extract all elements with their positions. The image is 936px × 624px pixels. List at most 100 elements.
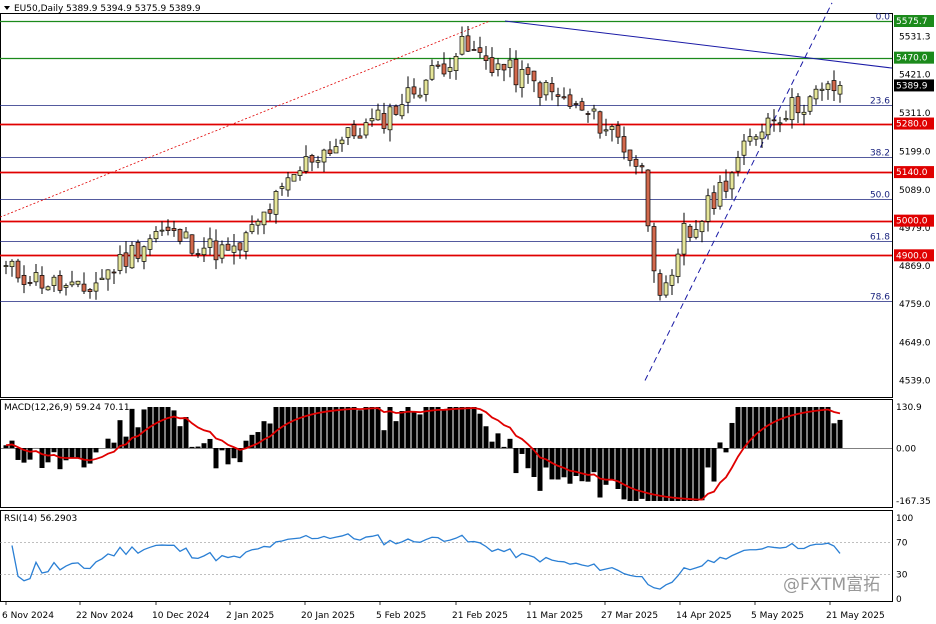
candle-body [561,96,567,99]
candle-body [219,244,225,259]
price-badge-label: 5280.0 [896,120,928,130]
candle-body [807,96,813,112]
candle-body [15,260,21,279]
macd-bar [651,448,657,501]
candle-body [525,67,531,75]
candle-body [411,86,417,95]
macd-bar [789,407,795,449]
macd-bar [447,407,453,449]
price-axis-tick: 5311.0 [899,109,931,119]
candle-body [585,113,591,115]
candle-body [99,277,105,280]
macd-bar [369,407,375,449]
macd-bar [753,407,759,449]
candle-body [75,280,81,285]
descending-trendline [504,20,893,69]
x-axis-label: 5 Feb 2025 [376,611,426,621]
candlestick-series [3,25,843,301]
price-axis-tick: 4649.0 [899,338,931,348]
macd-bar [69,448,75,458]
candle-body [33,272,39,283]
candle-body [741,140,747,156]
candle-body [717,182,723,207]
macd-bar [831,423,837,449]
macd-bar [579,448,585,482]
candle-body [345,127,351,138]
candle-body [603,129,609,132]
candle-body [729,172,735,190]
candle-body [579,101,585,111]
candle-body [789,97,795,121]
candle-body [69,281,75,286]
candle-body [165,226,171,231]
candle-body [495,63,501,70]
candle-body [537,82,543,98]
macd-bar [429,407,435,449]
macd-bar [465,407,471,449]
x-axis-label: 27 Mar 2025 [601,611,658,621]
macd-bar [345,407,351,449]
candle-body [405,87,411,103]
macd-bar [837,419,843,449]
rsi-label: RSI(14) 56.2903 [4,514,77,524]
candle-body [639,165,645,168]
candle-body [159,229,165,232]
macd-bar [597,448,603,498]
macd-bar [513,448,519,474]
macd-bar [777,407,783,449]
candle-body [423,79,429,95]
rsi-axis-tick: 100 [896,514,913,524]
macd-bar [609,448,615,480]
candle-body [387,106,393,131]
candle-body [609,126,615,131]
candle-body [621,136,627,153]
candle-body [447,67,453,72]
price-axis-tick: 4539.0 [899,377,931,387]
candle-body [441,63,447,75]
macd-bar [633,448,639,501]
macd-bar [507,438,513,449]
macd-bar [39,448,45,469]
x-axis-label: 5 May 2025 [751,611,804,621]
candle-body [543,82,549,96]
candle-body [39,275,45,289]
candle-body [783,118,789,121]
candle-body [573,103,579,105]
candle-body [735,157,741,172]
macd-bar [111,442,117,449]
candle-body [777,122,783,125]
macd-bar [417,414,423,449]
candle-body [261,211,267,226]
macd-bar [501,446,507,449]
candle-body [141,246,147,262]
macd-bar [339,407,345,449]
candle-body [3,265,9,267]
macd-bar [225,448,231,465]
macd-bar [129,408,135,449]
macd-bar [717,442,723,449]
price-chart[interactable]: EU50,Daily 5389.9 5394.9 5375.9 5389.9 0.0… [0,0,936,624]
macd-bar [51,448,57,453]
candle-body [123,252,129,267]
candle-body [321,149,327,163]
candle-body [519,69,525,89]
candle-body [699,221,705,233]
macd-bar [669,448,675,501]
candle-body [267,209,273,214]
candle-body [651,226,657,272]
dropdown-arrow-icon [4,6,10,10]
candle-body [87,289,93,292]
macd-bar [681,448,687,501]
macd-bar [471,407,477,449]
candle-body [111,271,117,274]
candle-body [129,244,135,269]
candle-body [531,70,537,82]
macd-bar [783,407,789,449]
x-axis-label: 10 Dec 2024 [152,611,210,621]
price-badge-label: 5140.0 [896,168,928,178]
candle-body [837,85,843,95]
macd-bar [333,407,339,449]
candle-body [189,234,195,254]
candle-body [669,274,675,286]
macd-bar [27,448,33,460]
